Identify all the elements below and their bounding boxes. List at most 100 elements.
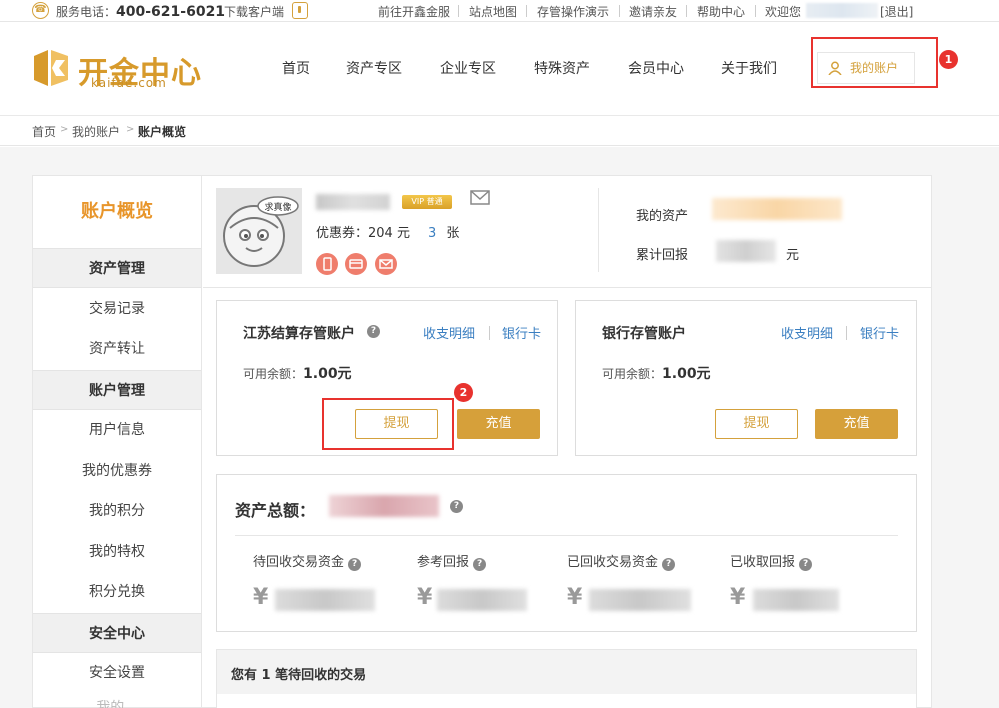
help-icon[interactable]: ? [662,558,676,571]
pending-count: 1 [261,668,271,683]
sidebar-item-more[interactable]: 我的... [33,694,201,708]
divider [755,5,756,17]
help-icon[interactable]: ? [367,325,380,338]
help-icon[interactable]: ? [348,558,362,571]
my-assets-label: 我的资产 [636,209,689,224]
breadcrumb-arrow-icon: > [126,124,135,135]
bank-statement-link[interactable]: 收支明细 [781,323,833,342]
sidebar-title[interactable]: 账户概览 [33,176,201,248]
divider [686,5,687,17]
bank-bankcard-link[interactable]: 银行卡 [860,323,899,342]
my-assets-value-redacted [712,198,842,220]
link-kaixin[interactable]: 前往开鑫金服 [378,3,450,20]
pending-title: 您有 1 笔待回收的交易 [231,664,366,683]
sidebar-item-user-info[interactable]: 用户信息 [33,410,201,450]
breadcrumb-home[interactable]: 首页 [32,123,56,140]
highlight-box-withdraw [322,398,454,450]
phone-label: 服务电话： [56,5,117,19]
yen-symbol: ¥ [253,585,269,610]
help-icon[interactable]: ? [799,558,813,571]
link-divider [489,326,490,340]
divider [526,5,527,17]
link-divider [846,326,847,340]
total-assets-title: 资产总额： [235,501,316,520]
divider [619,5,620,17]
welcome-text: 欢迎您 [765,5,802,19]
reference-return-redacted [437,589,527,611]
summary-divider [235,535,898,536]
total-return-label: 累计回报 [636,248,689,263]
sidebar-item-transactions[interactable]: 交易记录 [33,289,201,329]
nav-assets[interactable]: 资产专区 [346,58,402,78]
nav-home[interactable]: 首页 [282,58,310,78]
sidebar-item-privileges[interactable]: 我的特权 [33,532,201,572]
nav-special-assets[interactable]: 特殊资产 [534,58,590,78]
breadcrumb-arrow-icon: > [60,124,69,135]
phone-number: 400-621-6021 [116,4,226,20]
metric-reference-return: 参考回报 ? [417,551,487,571]
nav-enterprise[interactable]: 企业专区 [440,58,496,78]
jiangsu-statement-link[interactable]: 收支明细 [423,323,475,342]
collected-return-redacted [753,589,839,611]
breadcrumb-current: 账户概览 [138,125,187,139]
bank-recharge-button[interactable]: 充值 [815,409,898,439]
phone-verified-icon[interactable] [316,253,338,275]
sidebar-item-asset-transfer[interactable]: 资产转让 [33,329,201,369]
jiangsu-bankcard-link[interactable]: 银行卡 [502,323,541,342]
logout-link[interactable]: [退出] [880,3,913,20]
step-badge-2: 2 [454,383,473,402]
metric-label: 已收取回报 [730,555,796,570]
logo-icon[interactable] [32,50,70,86]
help-icon[interactable]: ? [473,558,487,571]
link-invite[interactable]: 邀请亲友 [629,3,677,20]
profile-name-redacted [316,194,390,210]
yen-symbol: ¥ [417,585,433,610]
bank-account-title: 银行存管账户 [602,326,686,342]
sidebar-group-account-mgmt: 账户管理 [33,370,201,410]
profile-divider [598,188,599,272]
step-badge-1: 1 [939,50,958,69]
yen-symbol: ¥ [567,585,583,610]
mail-icon[interactable] [470,190,490,205]
top-utility-bar: ☎ 服务电话：400-621-6021 下载客户端 前往开鑫金服 站点地图 存管… [0,0,999,22]
sidebar-group-security: 安全中心 [33,613,201,653]
jiangsu-recharge-button[interactable]: 充值 [457,409,540,439]
link-sitemap[interactable]: 站点地图 [469,3,517,20]
pending-prefix: 您有 [231,668,258,683]
breadcrumb-account[interactable]: 我的账户 [72,123,120,140]
sidebar-item-security-settings[interactable]: 安全设置 [33,653,201,693]
nav-member-center[interactable]: 会员中心 [628,58,684,78]
coupon-info: 优惠券：204 元 3 张 [316,222,459,241]
metric-collected-funds: 已回收交易资金 ? [567,551,676,571]
highlight-box-account [811,37,938,88]
sidebar-item-points[interactable]: 我的积分 [33,491,201,531]
total-return-unit: 元 [786,248,800,263]
help-icon[interactable]: ? [450,500,463,513]
nav-about[interactable]: 关于我们 [721,58,777,78]
total-return-value-redacted [716,240,776,262]
bank-withdraw-button[interactable]: 提现 [715,409,798,439]
pending-transactions: 您有 1 笔待回收的交易 [216,649,917,708]
service-phone: 服务电话：400-621-6021 [56,3,225,20]
coupon-count[interactable]: 3 [428,226,436,241]
avatar-placeholder-icon: 求真像 [223,196,299,267]
avatar[interactable]: 求真像 [216,188,302,274]
sidebar-item-points-exchange[interactable]: 积分兑换 [33,572,201,612]
email-verified-icon[interactable] [375,253,397,275]
metric-label: 参考回报 [417,555,470,570]
pending-suffix: 笔待回收的交易 [275,668,367,683]
sidebar-group-asset-mgmt: 资产管理 [33,248,201,288]
link-help[interactable]: 帮助中心 [697,3,745,20]
avatar-caption: 求真像 [264,201,291,213]
jiangsu-balance: 可用余额：1.00元 [243,363,352,383]
jiangsu-account-title: 江苏结算存管账户 [243,326,355,342]
bank-card-icon[interactable] [345,253,367,275]
sidebar-item-coupons[interactable]: 我的优惠券 [33,451,201,491]
download-client-link[interactable]: 下载客户端 [224,3,284,20]
link-demo[interactable]: 存管操作演示 [537,3,609,20]
bank-account-card: 银行存管账户 收支明细 银行卡 可用余额：1.00元 提现 充值 [575,300,917,456]
collected-funds-redacted [589,589,691,611]
mobile-icon[interactable] [292,2,308,19]
breadcrumb: 首页 > 我的账户 > 账户概览 [0,117,999,146]
phone-icon: ☎ [32,2,49,19]
